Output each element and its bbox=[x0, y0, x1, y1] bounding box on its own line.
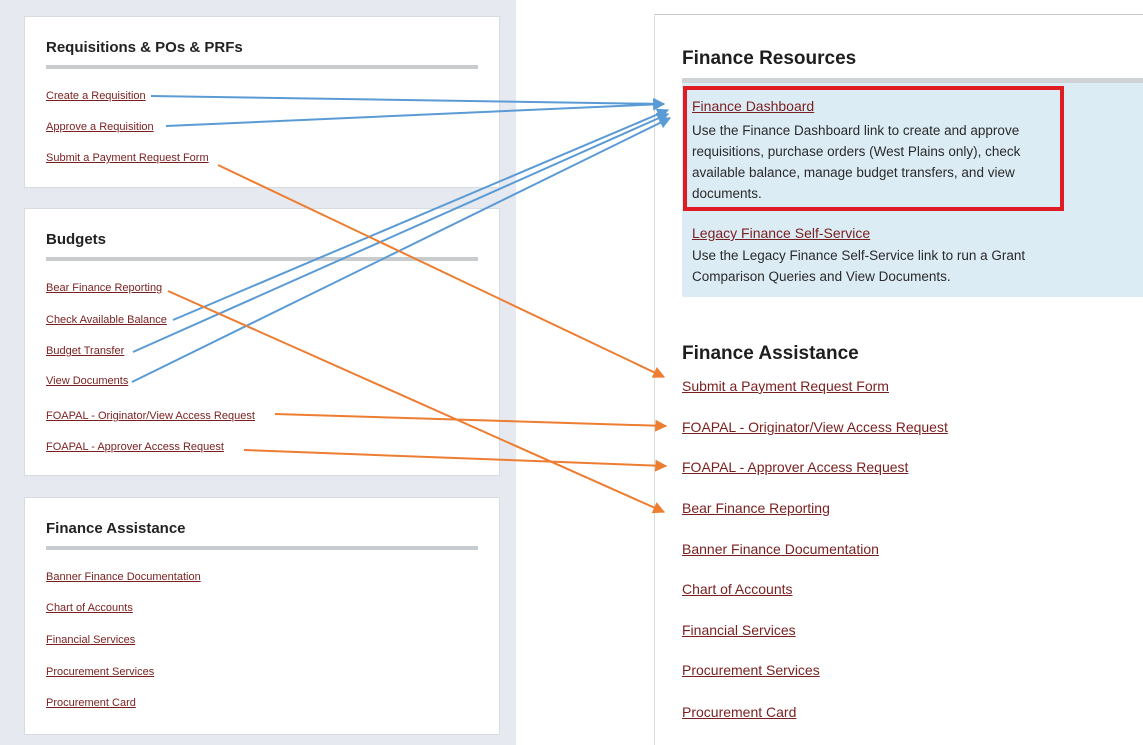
link-check-available-balance[interactable]: Check Available Balance bbox=[46, 314, 167, 326]
link-legacy-finance-self-service[interactable]: Legacy Finance Self-Service bbox=[692, 225, 870, 241]
link-bear-finance-reporting-right[interactable]: Bear Finance Reporting bbox=[682, 500, 830, 516]
link-procurement-card[interactable]: Procurement Card bbox=[46, 697, 136, 709]
link-financial-services-right[interactable]: Financial Services bbox=[682, 622, 796, 638]
link-bear-finance-reporting[interactable]: Bear Finance Reporting bbox=[46, 282, 162, 294]
card-divider bbox=[46, 546, 478, 550]
card-divider bbox=[46, 257, 478, 261]
link-view-documents[interactable]: View Documents bbox=[46, 375, 128, 387]
link-chart-of-accounts-right[interactable]: Chart of Accounts bbox=[682, 581, 793, 597]
budgets-card: Budgets Bear Finance Reporting Check Ava… bbox=[24, 208, 500, 476]
legacy-finance-description: Use the Legacy Finance Self-Service link… bbox=[692, 248, 1026, 284]
card-divider bbox=[46, 65, 478, 69]
finance-assistance-card: Finance Assistance Banner Finance Docume… bbox=[24, 497, 500, 735]
link-financial-services[interactable]: Financial Services bbox=[46, 634, 135, 646]
link-create-requisition[interactable]: Create a Requisition bbox=[46, 90, 146, 102]
link-chart-of-accounts[interactable]: Chart of Accounts bbox=[46, 602, 133, 614]
link-submit-payment-request-right[interactable]: Submit a Payment Request Form bbox=[682, 378, 889, 394]
link-banner-finance-documentation-right[interactable]: Banner Finance Documentation bbox=[682, 541, 879, 557]
highlight-box bbox=[683, 86, 1064, 211]
requisitions-card-title: Requisitions & POs & PRFs bbox=[46, 39, 243, 56]
right-panel-left-border bbox=[654, 14, 655, 745]
link-foapal-approver-right[interactable]: FOAPAL - Approver Access Request bbox=[682, 459, 908, 475]
link-foapal-originator-right[interactable]: FOAPAL - Originator/View Access Request bbox=[682, 419, 948, 435]
finance-assistance-title: Finance Assistance bbox=[682, 343, 859, 364]
requisitions-card: Requisitions & POs & PRFs Create a Requi… bbox=[24, 16, 500, 188]
link-procurement-services[interactable]: Procurement Services bbox=[46, 666, 154, 678]
budgets-card-title: Budgets bbox=[46, 231, 106, 248]
link-foapal-approver[interactable]: FOAPAL - Approver Access Request bbox=[46, 441, 224, 453]
link-procurement-services-right[interactable]: Procurement Services bbox=[682, 662, 820, 678]
link-budget-transfer[interactable]: Budget Transfer bbox=[46, 345, 124, 357]
link-approve-requisition[interactable]: Approve a Requisition bbox=[46, 121, 154, 133]
finance-resources-title: Finance Resources bbox=[682, 48, 857, 69]
link-procurement-card-right[interactable]: Procurement Card bbox=[682, 704, 796, 720]
link-foapal-originator[interactable]: FOAPAL - Originator/View Access Request bbox=[46, 410, 255, 422]
link-submit-payment-request[interactable]: Submit a Payment Request Form bbox=[46, 152, 209, 164]
link-banner-finance-documentation[interactable]: Banner Finance Documentation bbox=[46, 571, 201, 583]
finance-assistance-card-title: Finance Assistance bbox=[46, 520, 186, 537]
right-panel-top-border bbox=[654, 14, 1143, 15]
